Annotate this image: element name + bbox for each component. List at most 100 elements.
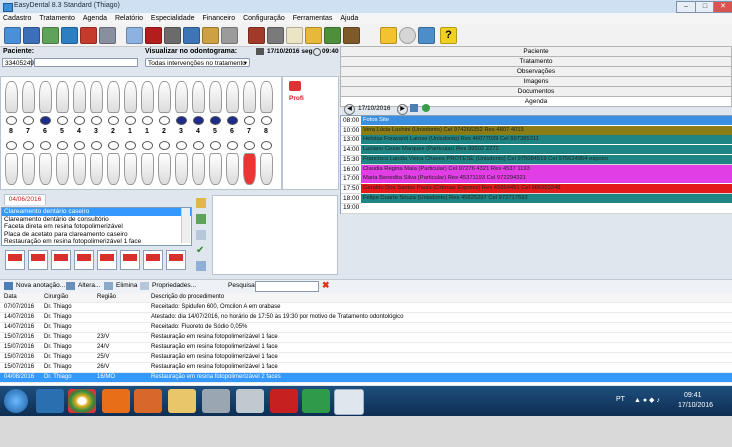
procedure-tooth-icon[interactable] — [28, 250, 48, 270]
tooth-marked[interactable] — [243, 153, 256, 185]
agenda-event[interactable]: Geraldo Dos Santos Paulo (Ortonax Expres… — [361, 183, 732, 193]
tooth-surface[interactable] — [57, 116, 68, 125]
col-description[interactable]: Descrição do procedimento — [151, 293, 224, 302]
col-region[interactable]: Região — [97, 293, 116, 302]
tab-documentos[interactable]: Documentos — [340, 87, 732, 97]
info-icon[interactable] — [196, 261, 206, 271]
col-surgeon[interactable]: Cirurgião — [44, 293, 68, 302]
tooth-surface[interactable] — [40, 141, 51, 150]
agenda-row[interactable]: 19:00 — [341, 203, 732, 214]
tooth[interactable] — [5, 153, 18, 185]
prev-day-icon[interactable]: ◀ — [344, 104, 355, 115]
clear-search-icon[interactable]: ✖ — [322, 280, 330, 291]
tooth-surface[interactable] — [125, 116, 136, 125]
tooth[interactable] — [124, 153, 137, 185]
help-icon[interactable]: ? — [440, 27, 457, 44]
report-icon[interactable] — [80, 27, 97, 44]
properties-button[interactable]: Propriedades... — [152, 282, 196, 289]
agenda-event[interactable]: Luciano Cezar Marques (Particular) Res 9… — [361, 145, 732, 155]
procedure-item[interactable]: Clareamento dentário caseiro — [2, 208, 191, 216]
menu-configuracao[interactable]: Configuração — [240, 13, 288, 24]
menu-ferramentas[interactable]: Ferramentas — [290, 13, 336, 24]
tooth-surface[interactable] — [108, 141, 119, 150]
tooth[interactable] — [260, 153, 273, 185]
tooth[interactable] — [192, 81, 205, 113]
tooth[interactable] — [39, 153, 52, 185]
phone-icon[interactable] — [267, 27, 284, 44]
tooth[interactable] — [73, 81, 86, 113]
firefox-icon[interactable] — [102, 389, 130, 413]
table-row[interactable]: 15/07/2016 Dr. Thiago 23/V Restauração em r… — [0, 333, 732, 343]
tab-observacoes[interactable]: Observações — [340, 67, 732, 77]
tooth-surface[interactable] — [23, 141, 34, 150]
tooth-surface[interactable] — [125, 141, 136, 150]
backup-icon[interactable] — [343, 27, 360, 44]
menu-ajuda[interactable]: Ajuda — [337, 13, 361, 24]
printer-app-icon[interactable] — [202, 389, 230, 413]
tab-imagens[interactable]: Imagens — [340, 77, 732, 87]
check-icon[interactable]: ✔ — [196, 246, 206, 256]
odontogram[interactable]: 8 7 6 5 4 3 2 1 1 2 3 4 5 6 7 8 — [0, 76, 282, 190]
tab-tratamento[interactable]: Tratamento — [340, 57, 732, 67]
tooth-surface[interactable] — [159, 116, 170, 125]
procedure-tooth-icon[interactable] — [74, 250, 94, 270]
acrobat-icon[interactable] — [270, 389, 298, 413]
globe-icon[interactable] — [399, 27, 416, 44]
printer-icon[interactable] — [164, 27, 181, 44]
tooth-surface[interactable] — [193, 116, 204, 125]
menu-cadastro[interactable]: Cadastro — [0, 13, 34, 24]
tooth-surface[interactable] — [210, 116, 221, 125]
treatment-notes-panel[interactable] — [212, 195, 338, 275]
tooth-surface[interactable] — [74, 116, 85, 125]
menu-especialidade[interactable]: Especialidade — [148, 13, 198, 24]
tooth[interactable] — [209, 81, 222, 113]
tooth-surface[interactable] — [40, 116, 51, 125]
record-icon[interactable] — [61, 27, 78, 44]
procedure-tooth-icon[interactable] — [51, 250, 71, 270]
procedure-tooth-icon[interactable] — [120, 250, 140, 270]
tooth[interactable] — [158, 153, 171, 185]
tooth[interactable] — [90, 81, 103, 113]
tooth[interactable] — [175, 153, 188, 185]
tooth-surface[interactable] — [91, 141, 102, 150]
table-row[interactable]: 15/07/2016 Dr. Thiago 25/V Restauração em r… — [0, 353, 732, 363]
patient-id-field[interactable]: 33405249 — [2, 58, 34, 67]
tooth-surface[interactable] — [159, 141, 170, 150]
app-icon-green[interactable] — [302, 389, 330, 413]
tooth[interactable] — [175, 81, 188, 113]
table-row[interactable]: 14/07/2016 Dr. Thiago Atestado: dia 14/07/… — [0, 313, 732, 323]
procedure-item[interactable]: Clareamento dentário de consultório — [2, 216, 191, 224]
menu-financeiro[interactable]: Financeiro — [199, 13, 238, 24]
media-player-icon[interactable] — [134, 389, 162, 413]
agenda-event[interactable]: Vera Lúcia Luchini (Unisdonto) Cel 97426… — [361, 125, 732, 135]
agenda-event[interactable]: Francisca Landia Vieira Chaves PROTESE (… — [361, 154, 732, 164]
close-button[interactable]: ✕ — [713, 1, 732, 13]
tooth[interactable] — [226, 153, 239, 185]
easydental-taskbar-icon[interactable] — [334, 389, 364, 415]
agenda-event[interactable]: Maria Benedita Silva (Particular) Res 45… — [361, 174, 732, 184]
menu-relatorio[interactable]: Relatório — [112, 13, 146, 24]
agenda-event[interactable]: Felipe Duarte Souza (Unisdonto) Res 4582… — [361, 193, 732, 203]
pencil-icon[interactable] — [305, 27, 322, 44]
tray-icons[interactable]: ▲ ● ◆ ♪ — [634, 396, 660, 404]
tooth[interactable] — [39, 81, 52, 113]
procedure-scrollbar[interactable] — [181, 208, 190, 243]
start-button[interactable] — [4, 389, 28, 413]
document-icon[interactable] — [99, 27, 116, 44]
menu-agenda[interactable]: Agenda — [80, 13, 110, 24]
tooth-surface[interactable] — [57, 141, 68, 150]
tooth-surface[interactable] — [193, 141, 204, 150]
col-date[interactable]: Data — [4, 293, 17, 302]
tooth-surface[interactable] — [261, 141, 272, 150]
books-icon[interactable] — [418, 27, 435, 44]
tooth-surface[interactable] — [227, 116, 238, 125]
tooth[interactable] — [209, 153, 222, 185]
money-icon[interactable] — [202, 27, 219, 44]
tooth[interactable] — [22, 153, 35, 185]
procedure-tooth-icon[interactable] — [97, 250, 117, 270]
table-row-selected[interactable]: 04/08/2016 Dr. Thiago 16/MO Restauração em … — [0, 373, 732, 383]
agenda-event[interactable] — [361, 203, 732, 213]
tooth[interactable] — [243, 81, 256, 113]
search-input[interactable] — [255, 281, 319, 292]
app-icon-gray[interactable] — [236, 389, 264, 413]
